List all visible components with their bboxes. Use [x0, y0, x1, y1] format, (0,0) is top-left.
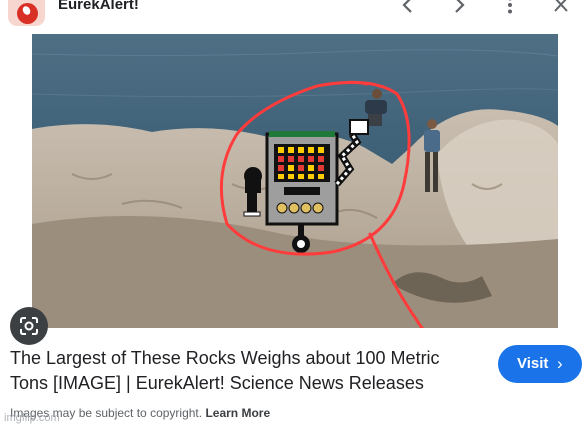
- chevron-right-icon: ›: [557, 354, 563, 373]
- more-vert-icon: [508, 0, 512, 14]
- image-preview: [0, 30, 584, 345]
- result-image[interactable]: [32, 34, 558, 328]
- google-lens-button[interactable]: [10, 307, 48, 345]
- google-lens-icon: [20, 317, 38, 335]
- visit-button[interactable]: Visit ›: [498, 345, 582, 383]
- chevron-right-icon: [455, 0, 465, 13]
- eurekalert-logo-icon: [8, 0, 45, 26]
- more-options-button[interactable]: [495, 0, 525, 18]
- learn-more-link[interactable]: Learn More: [205, 406, 270, 420]
- imgflip-watermark: imgflip.com: [4, 412, 60, 424]
- top-bar: EurekAlert!: [0, 0, 584, 30]
- close-button[interactable]: [546, 0, 576, 18]
- visit-button-label: Visit: [517, 355, 549, 372]
- chevron-left-icon: [402, 0, 412, 13]
- forward-button[interactable]: [444, 0, 474, 18]
- back-button[interactable]: [393, 0, 423, 18]
- close-icon: [554, 0, 568, 12]
- result-title[interactable]: The Largest of These Rocks Weighs about …: [10, 346, 480, 396]
- site-name: EurekAlert!: [58, 0, 139, 13]
